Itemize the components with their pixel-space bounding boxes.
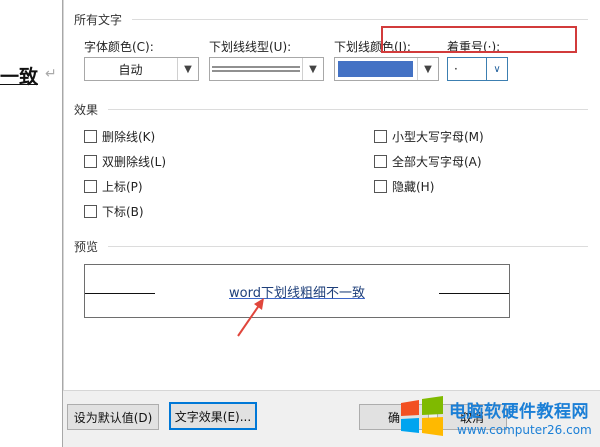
- checkbox-icon[interactable]: [84, 205, 97, 218]
- font-color-label: 字体颜色(C):: [84, 40, 154, 54]
- preview-box: word下划线粗细不一致: [84, 264, 510, 318]
- font-color-dropdown[interactable]: 自动 ▼: [84, 57, 199, 81]
- chevron-down-icon[interactable]: ▼: [177, 58, 198, 80]
- text-effects-button[interactable]: 文字效果(E)...: [169, 402, 257, 430]
- underline-type-dropdown[interactable]: ▼: [209, 57, 324, 81]
- double-strikethrough-checkbox[interactable]: 双删除线(L): [84, 153, 166, 170]
- hidden-checkbox[interactable]: 隐藏(H): [374, 178, 434, 195]
- checkbox-icon[interactable]: [374, 130, 387, 143]
- document-text: 一致: [0, 66, 39, 88]
- effects-section-title: 效果: [74, 103, 99, 117]
- checkbox-icon[interactable]: [84, 180, 97, 193]
- watermark: 电脑软硬件教程网 www.computer26.com: [393, 387, 600, 447]
- double-line-icon: [211, 66, 300, 72]
- checkbox-icon[interactable]: [374, 155, 387, 168]
- superscript-checkbox[interactable]: 上标(P): [84, 178, 143, 195]
- paragraph-mark-icon: ↵: [45, 66, 57, 82]
- dialog-content: 所有文字 字体颜色(C): 下划线线型(U): 下划线颜色(I): 着重号(·)…: [63, 0, 600, 391]
- all-text-section-title: 所有文字: [74, 13, 123, 27]
- underline-color-dropdown[interactable]: ▼: [334, 57, 439, 81]
- chevron-down-icon[interactable]: ▼: [302, 58, 323, 80]
- annotation-arrow-icon: [237, 298, 264, 337]
- color-swatch: [338, 61, 413, 77]
- all-text-divider: [132, 19, 588, 20]
- set-default-button[interactable]: 设为默认值(D): [67, 404, 159, 430]
- font-color-value: 自动: [118, 62, 143, 77]
- subscript-checkbox[interactable]: 下标(B): [84, 203, 144, 220]
- strikethrough-checkbox[interactable]: 删除线(K): [84, 128, 155, 145]
- chevron-down-icon[interactable]: ▼: [417, 58, 438, 80]
- preview-section-title: 预览: [74, 240, 99, 254]
- chevron-down-icon[interactable]: ∨: [486, 58, 507, 80]
- checkbox-icon[interactable]: [84, 155, 97, 168]
- underline-type-value: [210, 58, 301, 80]
- windows-logo-icon: [401, 396, 443, 436]
- all-caps-checkbox[interactable]: 全部大写字母(A): [374, 153, 482, 170]
- font-dialog: 所有文字 字体颜色(C): 下划线线型(U): 下划线颜色(I): 着重号(·)…: [62, 0, 600, 447]
- emphasis-value: ·: [454, 62, 458, 76]
- checkbox-icon[interactable]: [374, 180, 387, 193]
- watermark-title: 电脑软硬件教程网: [449, 402, 589, 422]
- underline-type-label: 下划线线型(U):: [209, 40, 292, 54]
- preview-divider: [108, 246, 588, 247]
- small-caps-checkbox[interactable]: 小型大写字母(M): [374, 128, 484, 145]
- checkbox-icon[interactable]: [84, 130, 97, 143]
- effects-divider: [108, 109, 588, 110]
- highlight-box: [381, 26, 577, 53]
- watermark-url: www.computer26.com: [457, 423, 592, 437]
- emphasis-dropdown[interactable]: · ∨: [447, 57, 508, 81]
- preview-text: word下划线粗细不一致: [229, 286, 365, 301]
- underline-color-value: [335, 58, 416, 80]
